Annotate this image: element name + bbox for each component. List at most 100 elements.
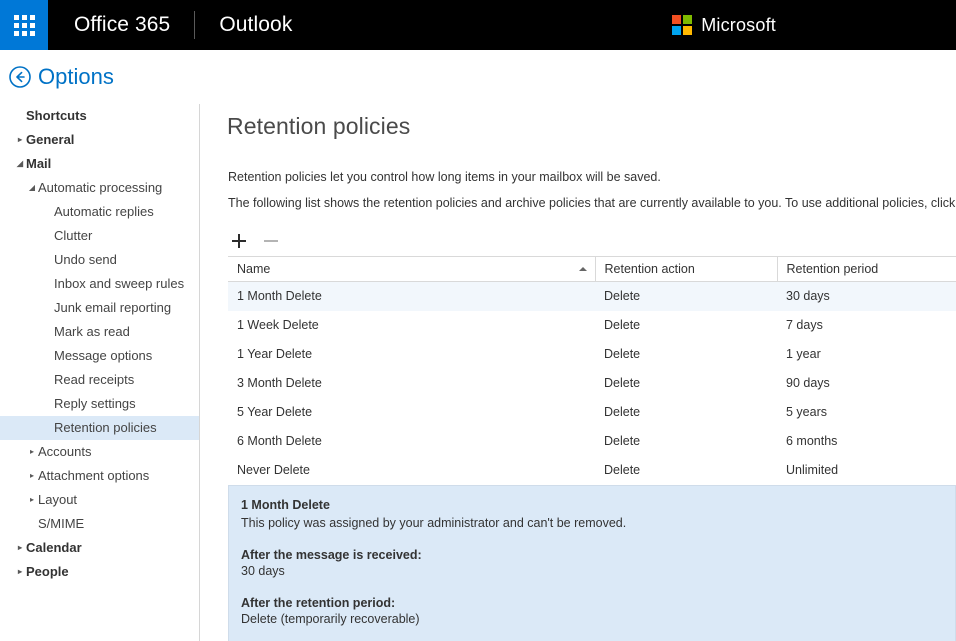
microsoft-logo-icon (672, 15, 692, 35)
sidebar-item-label: S/MIME (38, 512, 84, 536)
sidebar-item-people[interactable]: ▸People (0, 560, 199, 584)
table-row[interactable]: 1 Week DeleteDelete7 days (228, 311, 956, 340)
cell-policy-name: 6 Month Delete (228, 427, 595, 456)
sidebar-item-calendar[interactable]: ▸Calendar (0, 536, 199, 560)
detail-received-heading: After the message is received: (241, 548, 941, 562)
sidebar-item-mark-as-read[interactable]: Mark as read (0, 320, 199, 344)
table-row[interactable]: 5 Year DeleteDelete5 years (228, 398, 956, 427)
add-policy-button[interactable] (228, 230, 250, 252)
page-heading-options: Options (38, 66, 114, 88)
sidebar-item-label: Attachment options (38, 464, 149, 488)
sidebar-item-retention-policies[interactable]: Retention policies (0, 416, 199, 440)
sidebar-item-mail[interactable]: ◢Mail (0, 152, 199, 176)
chevron-right-icon[interactable]: ▸ (14, 544, 26, 552)
sidebar-item-reply-settings[interactable]: Reply settings (0, 392, 199, 416)
chevron-right-icon[interactable]: ▸ (14, 568, 26, 576)
column-header-retention-period[interactable]: Retention period (777, 257, 956, 282)
cell-policy-name: 5 Year Delete (228, 398, 595, 427)
sidebar-item-label: Mark as read (54, 320, 130, 344)
detail-received-value: 30 days (241, 564, 941, 578)
table-body: 1 Month DeleteDelete30 days1 Week Delete… (228, 282, 956, 485)
sidebar-item-s-mime[interactable]: S/MIME (0, 512, 199, 536)
policy-detail-pane: 1 Month Delete This policy was assigned … (228, 485, 956, 641)
sidebar-item-label: Mail (26, 152, 51, 176)
sidebar-item-label: Layout (38, 488, 77, 512)
sort-ascending-icon (579, 267, 587, 271)
cell-retention-action: Delete (595, 398, 777, 427)
table-row[interactable]: 1 Year DeleteDelete1 year (228, 340, 956, 369)
cell-retention-period: 6 months (777, 427, 956, 456)
outlook-app-name[interactable]: Outlook (195, 0, 314, 50)
settings-sidebar[interactable]: Shortcuts▸General◢Mail◢Automatic process… (0, 104, 200, 641)
cell-retention-period: 1 year (777, 340, 956, 369)
chevron-down-icon[interactable]: ◢ (26, 184, 38, 192)
table-row[interactable]: 6 Month DeleteDelete6 months (228, 427, 956, 456)
cell-policy-name: 1 Year Delete (228, 340, 595, 369)
sidebar-item-junk-email-reporting[interactable]: Junk email reporting (0, 296, 199, 320)
cell-retention-period: 90 days (777, 369, 956, 398)
sidebar-item-label: Undo send (54, 248, 117, 272)
cell-retention-action: Delete (595, 340, 777, 369)
table-row[interactable]: 3 Month DeleteDelete90 days (228, 369, 956, 398)
cell-policy-name: 1 Week Delete (228, 311, 595, 340)
sidebar-item-label: People (26, 560, 69, 584)
detail-policy-name: 1 Month Delete (241, 498, 941, 512)
chevron-down-icon[interactable]: ◢ (14, 160, 26, 168)
sidebar-item-label: Inbox and sweep rules (54, 272, 184, 296)
sidebar-item-label: Read receipts (54, 368, 134, 392)
suite-bar: Office 365 Outlook Microsoft (0, 0, 956, 50)
cell-retention-action: Delete (595, 282, 777, 311)
chevron-right-icon[interactable]: ▸ (26, 448, 38, 456)
cell-retention-action: Delete (595, 369, 777, 398)
retention-policies-table[interactable]: Name Retention action Retention period 1… (228, 256, 956, 485)
main-content: Retention policies Retention policies le… (201, 104, 956, 641)
sidebar-item-undo-send[interactable]: Undo send (0, 248, 199, 272)
sidebar-item-label: Shortcuts (26, 104, 87, 128)
sidebar-item-accounts[interactable]: ▸Accounts (0, 440, 199, 464)
sidebar-item-general[interactable]: ▸General (0, 128, 199, 152)
office-365-brand[interactable]: Office 365 (48, 0, 194, 50)
microsoft-logo: Microsoft (672, 0, 776, 50)
sidebar-item-label: Retention policies (54, 416, 157, 440)
table-row[interactable]: 1 Month DeleteDelete30 days (228, 282, 956, 311)
sidebar-item-message-options[interactable]: Message options (0, 344, 199, 368)
microsoft-wordmark: Microsoft (701, 15, 776, 36)
sidebar-item-automatic-processing[interactable]: ◢Automatic processing (0, 176, 199, 200)
cell-retention-period: 5 years (777, 398, 956, 427)
cell-retention-action: Delete (595, 311, 777, 340)
sidebar-item-label: Junk email reporting (54, 296, 171, 320)
page-title: Retention policies (227, 113, 410, 140)
cell-retention-action: Delete (595, 456, 777, 485)
column-header-name-label: Name (237, 262, 270, 276)
cell-retention-period: 30 days (777, 282, 956, 311)
waffle-grid (14, 15, 35, 36)
chevron-right-icon[interactable]: ▸ (26, 472, 38, 480)
column-header-name[interactable]: Name (228, 257, 595, 282)
sidebar-item-read-receipts[interactable]: Read receipts (0, 368, 199, 392)
description-line-1: Retention policies let you control how l… (228, 170, 661, 184)
sidebar-item-label: Message options (54, 344, 152, 368)
policy-toolbar (228, 230, 282, 252)
chevron-right-icon[interactable]: ▸ (26, 496, 38, 504)
plus-icon (231, 233, 247, 249)
table-header: Name Retention action Retention period (228, 257, 956, 282)
options-back-link[interactable]: Options (0, 50, 956, 104)
sidebar-item-automatic-replies[interactable]: Automatic replies (0, 200, 199, 224)
column-header-retention-action[interactable]: Retention action (595, 257, 777, 282)
detail-retention-value: Delete (temporarily recoverable) (241, 612, 941, 626)
chevron-right-icon[interactable]: ▸ (14, 136, 26, 144)
remove-policy-button[interactable] (260, 230, 282, 252)
app-launcher-icon[interactable] (0, 0, 48, 50)
sidebar-item-label: Calendar (26, 536, 82, 560)
table-header-row: Name Retention action Retention period (228, 257, 956, 282)
detail-policy-note: This policy was assigned by your adminis… (241, 516, 941, 530)
back-arrow-icon[interactable] (8, 65, 32, 89)
sidebar-item-shortcuts[interactable]: Shortcuts (0, 104, 199, 128)
sidebar-item-clutter[interactable]: Clutter (0, 224, 199, 248)
table-row[interactable]: Never DeleteDeleteUnlimited (228, 456, 956, 485)
cell-policy-name: Never Delete (228, 456, 595, 485)
sidebar-item-attachment-options[interactable]: ▸Attachment options (0, 464, 199, 488)
cell-retention-action: Delete (595, 427, 777, 456)
sidebar-item-inbox-and-sweep-rules[interactable]: Inbox and sweep rules (0, 272, 199, 296)
sidebar-item-layout[interactable]: ▸Layout (0, 488, 199, 512)
